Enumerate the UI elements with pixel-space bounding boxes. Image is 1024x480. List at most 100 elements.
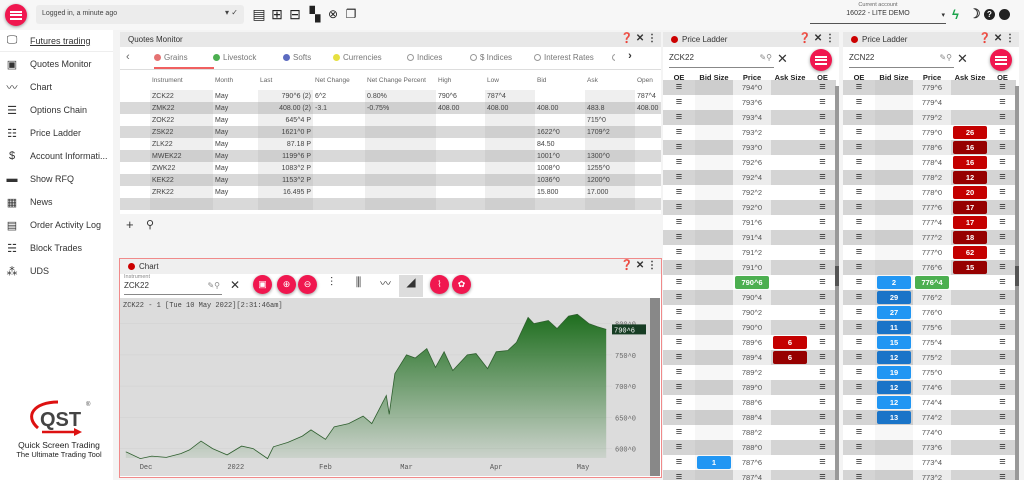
bid-size-cell[interactable] [695, 155, 733, 170]
ask-size-cell[interactable] [951, 440, 989, 455]
ask-size-cell[interactable] [951, 425, 989, 440]
order-entry-bid-icon[interactable]: ≡ [663, 95, 695, 110]
price-cell[interactable]: 790^2 [733, 305, 771, 320]
close-icon[interactable]: ✕ [636, 260, 644, 271]
order-entry-bid-icon[interactable]: ≡ [843, 170, 875, 185]
connection-icon[interactable]: ϟ [952, 7, 959, 22]
more-icon[interactable]: ⋮ [647, 33, 657, 44]
bid-size-cell[interactable]: 12 [875, 350, 913, 365]
price-cell[interactable]: 774^6 [913, 380, 951, 395]
ask-size-cell[interactable] [771, 230, 809, 245]
ask-size-cell[interactable]: 12 [951, 170, 989, 185]
ask-size-cell[interactable] [771, 185, 809, 200]
order-entry-ask-icon[interactable]: ≡ [809, 230, 836, 245]
order-entry-bid-icon[interactable]: ≡ [843, 125, 875, 140]
bid-size-cell[interactable] [695, 95, 733, 110]
price-cell[interactable]: 788^4 [733, 410, 771, 425]
clear-icon[interactable]: ✕ [777, 51, 788, 67]
price-cell[interactable]: 793^0 [733, 140, 771, 155]
column-header[interactable]: Open [635, 70, 661, 90]
line-chart-icon[interactable]: 〰 [376, 275, 395, 294]
price-cell[interactable]: 789^2 [733, 365, 771, 380]
price-cell[interactable]: 773^6 [913, 440, 951, 455]
bid-size-cell[interactable]: 15 [875, 335, 913, 350]
ask-size-cell[interactable] [771, 455, 809, 470]
order-entry-bid-icon[interactable]: ≡ [663, 425, 695, 440]
price-cell[interactable]: 777^0 [913, 245, 951, 260]
order-entry-ask-icon[interactable]: ≡ [989, 200, 1016, 215]
order-entry-ask-icon[interactable]: ≡ [809, 365, 836, 380]
order-entry-ask-icon[interactable]: ≡ [989, 290, 1016, 305]
price-cell[interactable]: 774^2 [913, 410, 951, 425]
order-entry-bid-icon[interactable]: ≡ [663, 350, 695, 365]
price-cell[interactable]: 790^6 [733, 275, 771, 290]
close-icon[interactable]: ✕ [994, 33, 1002, 44]
zoom-out-button[interactable]: ⊖ [298, 275, 317, 294]
order-entry-ask-icon[interactable]: ≡ [809, 350, 836, 365]
order-entry-bid-icon[interactable]: ≡ [843, 365, 875, 380]
order-entry-ask-icon[interactable]: ≡ [989, 110, 1016, 125]
ask-size-cell[interactable] [951, 320, 989, 335]
order-entry-bid-icon[interactable]: ≡ [663, 155, 695, 170]
bid-size-cell[interactable] [695, 470, 733, 480]
order-entry-bid-icon[interactable]: ≡ [843, 275, 875, 290]
price-cell[interactable]: 777^4 [913, 215, 951, 230]
price-cell[interactable]: 788^2 [733, 425, 771, 440]
order-entry-ask-icon[interactable]: ≡ [989, 470, 1016, 480]
column-header[interactable]: Ask [585, 70, 635, 90]
bid-size-cell[interactable] [695, 260, 733, 275]
order-entry-bid-icon[interactable]: ≡ [663, 380, 695, 395]
chart-scrollbar[interactable] [650, 298, 660, 476]
price-cell[interactable]: 790^4 [733, 290, 771, 305]
ask-size-cell[interactable] [771, 170, 809, 185]
bid-size-cell[interactable] [695, 140, 733, 155]
order-entry-ask-icon[interactable]: ≡ [809, 335, 836, 350]
order-entry-bid-icon[interactable]: ≡ [843, 320, 875, 335]
order-entry-bid-icon[interactable]: ≡ [843, 140, 875, 155]
order-entry-ask-icon[interactable]: ≡ [809, 185, 836, 200]
order-entry-bid-icon[interactable]: ≡ [843, 215, 875, 230]
ask-size-cell[interactable] [771, 425, 809, 440]
tab-interest-rates[interactable]: Interest Rates [534, 47, 594, 69]
order-entry-ask-icon[interactable]: ≡ [989, 305, 1016, 320]
order-entry-ask-icon[interactable]: ≡ [809, 170, 836, 185]
table-row[interactable]: MWEK22 May 1199^6 P 1001^0 1300^0 [120, 150, 661, 162]
price-cell[interactable]: 775^2 [913, 350, 951, 365]
order-entry-bid-icon[interactable]: ≡ [843, 410, 875, 425]
clear-icon[interactable]: ✕ [230, 278, 240, 292]
order-entry-bid-icon[interactable]: ≡ [663, 410, 695, 425]
order-entry-bid-icon[interactable]: ≡ [843, 155, 875, 170]
order-entry-ask-icon[interactable]: ≡ [989, 365, 1016, 380]
ask-size-cell[interactable]: 16 [951, 155, 989, 170]
bid-size-cell[interactable] [875, 470, 913, 480]
ask-size-cell[interactable]: 16 [951, 140, 989, 155]
order-entry-ask-icon[interactable]: ≡ [989, 425, 1016, 440]
ask-size-cell[interactable] [951, 95, 989, 110]
bid-size-cell[interactable]: 12 [875, 395, 913, 410]
ask-size-cell[interactable] [771, 320, 809, 335]
instrument-input[interactable]: ZCN22 ✎⚲ [849, 49, 954, 68]
table-row[interactable]: ZRK22 May 16.495 P 15.800 17.000 [120, 186, 661, 198]
price-cell[interactable]: 787^4 [733, 470, 771, 480]
price-cell[interactable]: 777^6 [913, 200, 951, 215]
order-entry-ask-icon[interactable]: ≡ [809, 155, 836, 170]
order-entry-ask-icon[interactable]: ≡ [989, 80, 1016, 95]
price-cell[interactable]: 793^4 [733, 110, 771, 125]
order-entry-bid-icon[interactable]: ≡ [843, 260, 875, 275]
bid-size-cell[interactable] [695, 350, 733, 365]
bid-size-cell[interactable] [875, 230, 913, 245]
ask-size-cell[interactable] [771, 260, 809, 275]
order-entry-bid-icon[interactable]: ≡ [663, 215, 695, 230]
ask-size-cell[interactable] [771, 290, 809, 305]
price-cell[interactable]: 789^6 [733, 335, 771, 350]
bid-size-cell[interactable] [875, 260, 913, 275]
price-cell[interactable]: 779^0 [913, 125, 951, 140]
price-cell[interactable]: 775^0 [913, 365, 951, 380]
price-cell[interactable]: 774^4 [913, 395, 951, 410]
price-cell[interactable]: 778^4 [913, 155, 951, 170]
price-cell[interactable]: 788^0 [733, 440, 771, 455]
bid-size-cell[interactable] [695, 80, 733, 95]
price-cell[interactable]: 794^0 [733, 80, 771, 95]
ask-size-cell[interactable] [771, 410, 809, 425]
table-row[interactable]: KEK22 May 1153^2 P 1036^0 1200^0 [120, 174, 661, 186]
